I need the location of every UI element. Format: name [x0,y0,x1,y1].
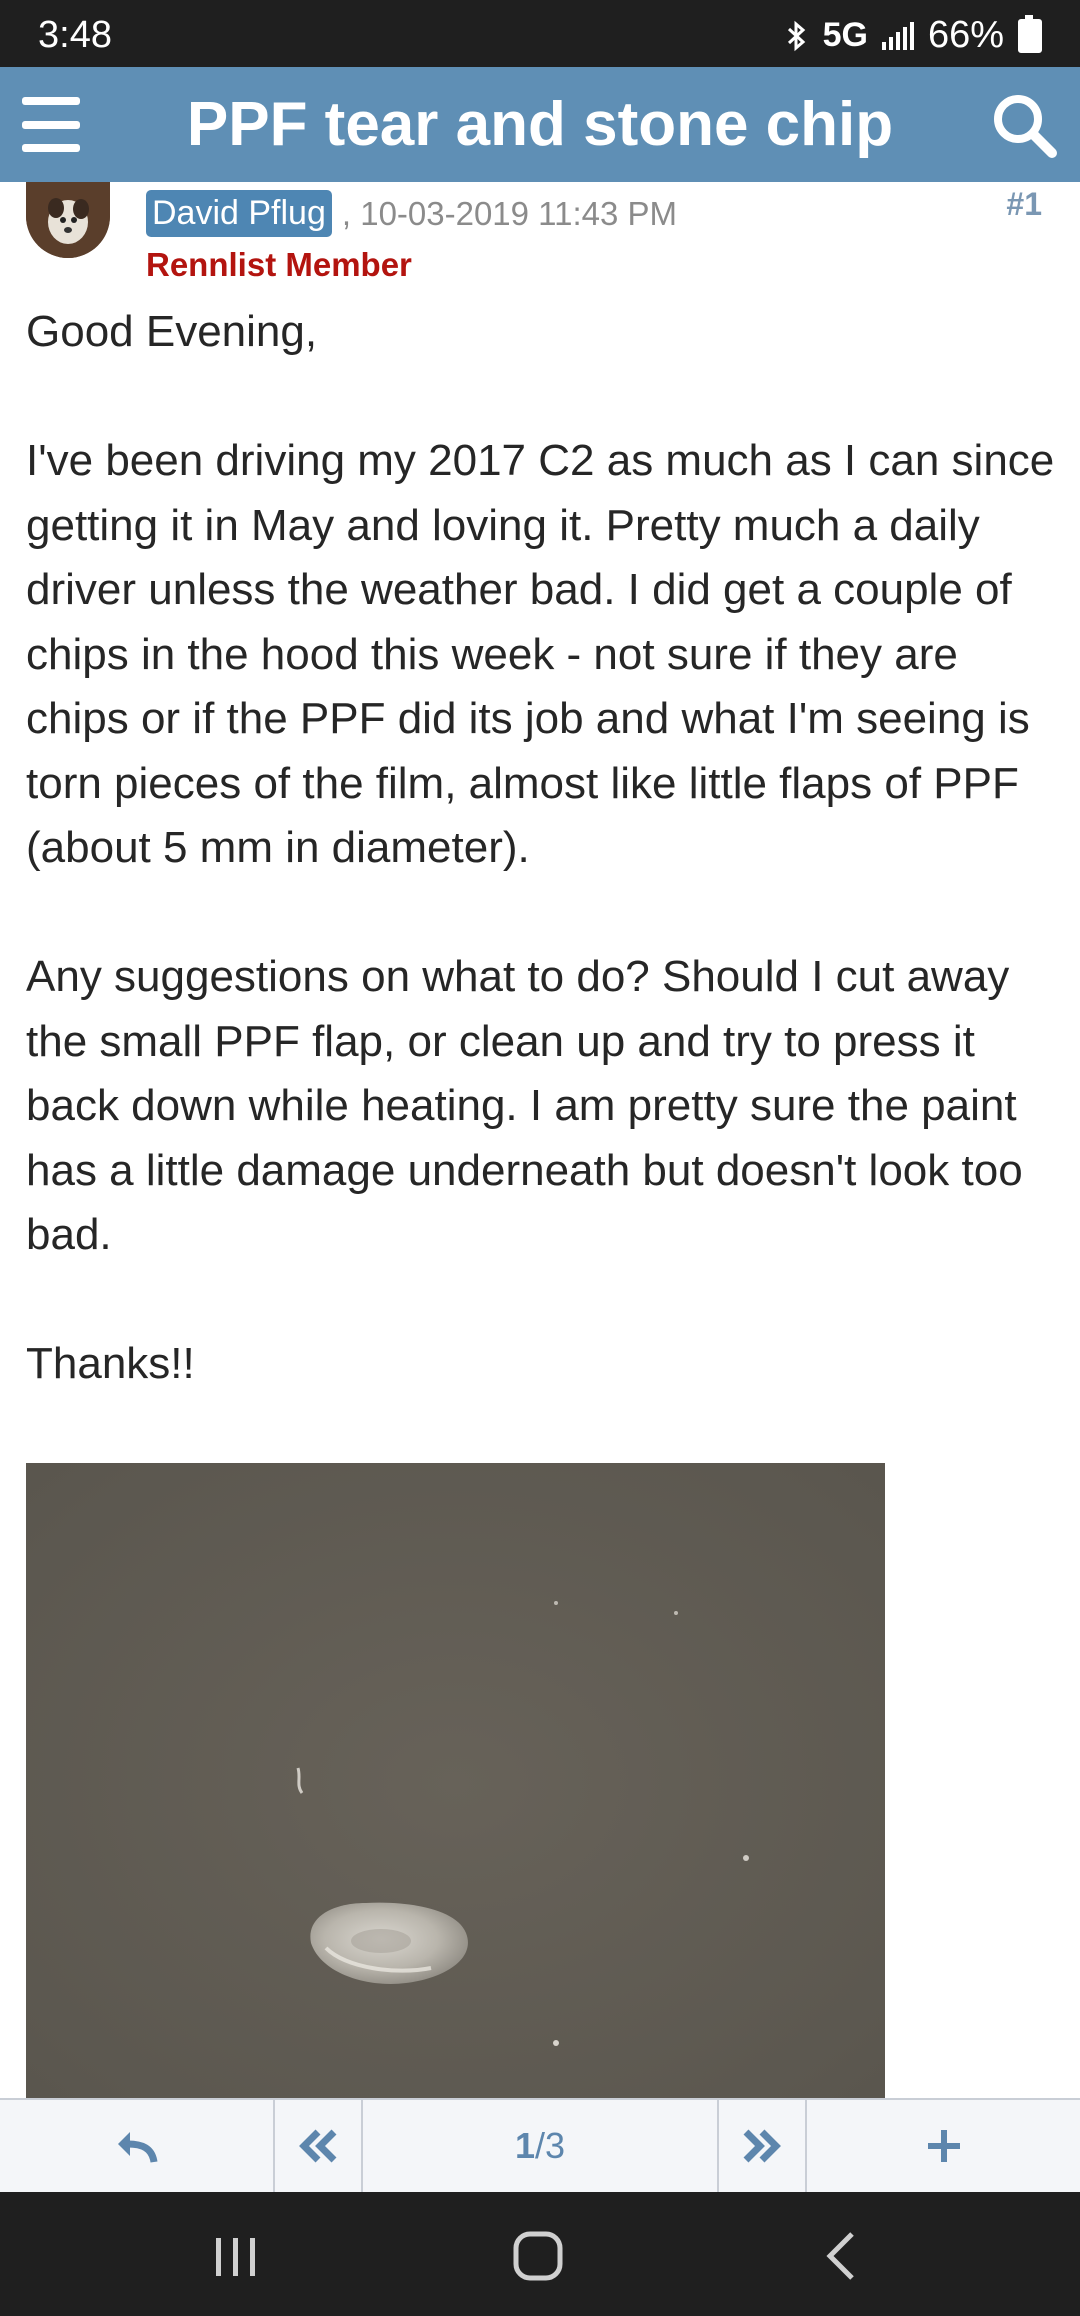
first-page-icon [298,2129,337,2163]
member-title: Rennlist Member [146,246,412,283]
system-navigation-bar [0,2192,1080,2316]
post-paragraph: Good Evening, [26,307,318,356]
post-paragraph: I've been driving my 2017 C2 as much as … [26,436,1055,872]
pagination-bar: 1/3 [0,2098,1080,2194]
total-pages: 3 [545,2125,566,2166]
last-page-icon [743,2129,782,2163]
avatar[interactable] [26,182,110,258]
post-date: , 10-03-2019 11:43 PM [341,194,677,232]
current-page: 1 [514,2125,535,2166]
author-name-link[interactable]: David Pflug [146,190,332,237]
reply-button[interactable] [0,2100,275,2192]
page-indicator[interactable]: 1/3 [363,2100,720,2192]
battery-icon [1018,14,1042,53]
first-page-button[interactable] [275,2100,363,2192]
status-bar: 3:48 5G 66% [0,0,1080,67]
home-icon[interactable] [508,2228,568,2284]
bluetooth-icon [787,20,805,51]
author-line: David Pflug , 10-03-2019 11:43 PM [146,190,677,237]
page-separator: / [535,2125,546,2166]
add-icon [927,2130,960,2162]
search-icon[interactable] [990,91,1058,159]
attachment-image[interactable] [26,1463,885,2103]
signal-icon [881,21,914,50]
reply-icon [118,2132,158,2163]
post-paragraph: Any suggestions on what to do? Should I … [26,952,1023,1259]
post-number-link[interactable]: #1 [1006,186,1042,223]
battery-percent: 66% [927,14,1004,56]
post-paragraph: Thanks!! [26,1339,195,1388]
page-title: PPF tear and stone chip [186,90,894,159]
network-type: 5G [822,16,868,54]
menu-icon[interactable] [22,97,80,152]
post-body: Good Evening, I've been driving my 2017 … [26,300,1056,1461]
status-indicators: 5G 66% [785,14,1042,57]
recent-apps-icon[interactable] [206,2228,266,2284]
app-bar: PPF tear and stone chip [0,67,1080,182]
add-button[interactable] [807,2100,1080,2192]
back-icon[interactable] [812,2228,872,2284]
avatar-image [26,182,110,258]
status-time: 3:48 [38,14,112,56]
last-page-button[interactable] [719,2100,808,2192]
stone-chip-photo [26,1463,885,2103]
